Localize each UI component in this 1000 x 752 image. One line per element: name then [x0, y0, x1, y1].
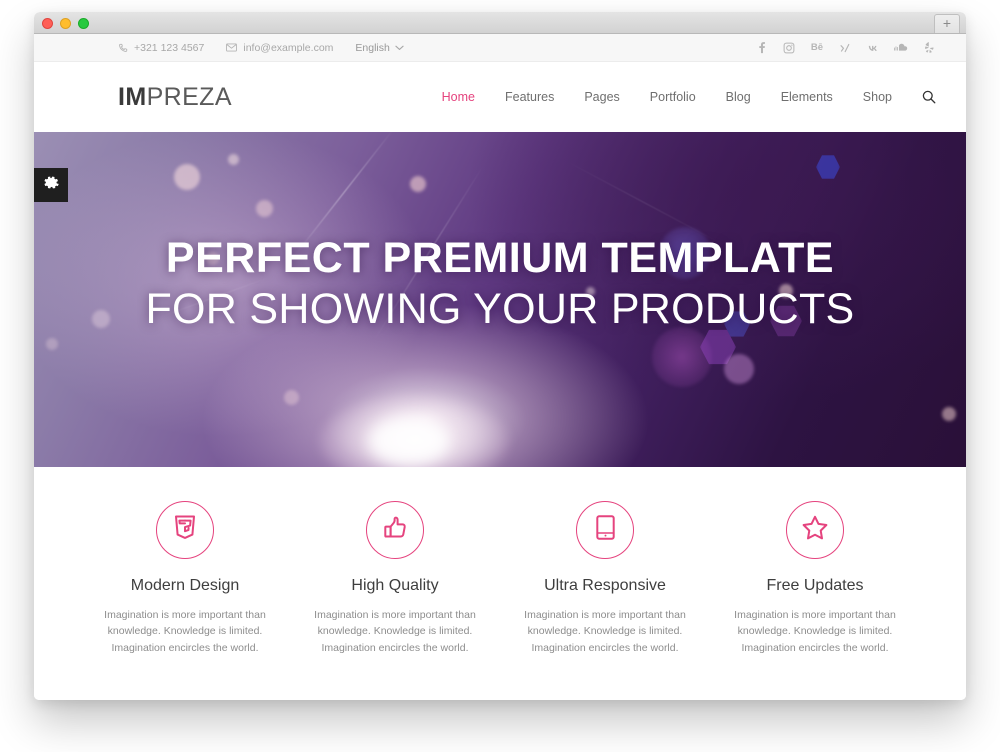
- nav-item-home[interactable]: Home: [442, 90, 475, 104]
- behance-icon[interactable]: Bē: [810, 41, 824, 55]
- feature-card-free-updates: Free Updates Imagination is more importa…: [710, 501, 920, 656]
- language-selector[interactable]: English: [355, 41, 404, 54]
- search-icon[interactable]: [922, 90, 936, 104]
- bokeh-particle: [174, 164, 200, 190]
- bokeh-particle: [228, 154, 239, 165]
- site-header: IMPREZA Home Features Pages Portfolio Bl…: [34, 62, 966, 132]
- feature-title: Ultra Responsive: [544, 577, 666, 594]
- feature-title: High Quality: [351, 577, 439, 594]
- feature-card-high-quality: High Quality Imagination is more importa…: [290, 501, 500, 656]
- feature-icon-circle[interactable]: [156, 501, 214, 559]
- feature-description: Imagination is more important than knowl…: [314, 609, 476, 654]
- tablet-device-icon: [595, 515, 615, 545]
- hero-headline-primary: PERFECT PREMIUM TEMPLATE: [165, 234, 835, 282]
- bokeh-particle: [256, 200, 273, 217]
- gear-icon: [43, 175, 59, 195]
- social-links: Bē: [754, 41, 936, 55]
- nav-item-pages[interactable]: Pages: [584, 90, 619, 104]
- email-contact[interactable]: info@example.com: [226, 42, 333, 54]
- soundcloud-icon[interactable]: [894, 41, 908, 55]
- feature-icon-circle[interactable]: [576, 501, 634, 559]
- envelope-icon: [226, 43, 238, 52]
- vk-icon[interactable]: [866, 41, 880, 55]
- new-tab-button[interactable]: +: [934, 14, 960, 33]
- feature-icon-circle[interactable]: [786, 501, 844, 559]
- bokeh-hexagon: [816, 155, 840, 179]
- chevron-down-icon: [395, 42, 404, 54]
- bokeh-particle: [942, 407, 956, 421]
- browser-titlebar: +: [34, 12, 966, 34]
- browser-window: + +321 123 4567 info@example.com English…: [34, 12, 966, 700]
- email-address: info@example.com: [243, 41, 334, 54]
- feature-icon-circle[interactable]: [366, 501, 424, 559]
- bokeh-particle: [724, 354, 754, 384]
- bokeh-particle: [410, 176, 426, 192]
- feature-card-ultra-responsive: Ultra Responsive Imagination is more imp…: [500, 501, 710, 656]
- feature-description: Imagination is more important than knowl…: [734, 609, 896, 654]
- theme-options-button[interactable]: [34, 168, 68, 202]
- light-streak: [564, 159, 724, 246]
- hero-headline-block: PERFECT PREMIUM TEMPLATE FOR SHOWING YOU…: [34, 234, 966, 334]
- phone-icon: [118, 43, 128, 53]
- site-logo[interactable]: IMPREZA: [118, 83, 232, 112]
- main-navigation: Home Features Pages Portfolio Blog Eleme…: [442, 90, 936, 104]
- xing-icon[interactable]: [838, 41, 852, 55]
- nav-item-features[interactable]: Features: [505, 90, 554, 104]
- window-close-button[interactable]: [42, 18, 53, 29]
- window-minimize-button[interactable]: [60, 18, 71, 29]
- logo-bold-part: IM: [118, 82, 147, 111]
- phone-number: +321 123 4567: [134, 41, 205, 54]
- star-outline-icon: [802, 515, 828, 545]
- window-traffic-lights: [42, 18, 89, 29]
- nav-item-shop[interactable]: Shop: [863, 90, 892, 104]
- html5-shield-icon: [174, 515, 196, 545]
- hero-headline-secondary: FOR SHOWING YOUR PRODUCTS: [145, 285, 855, 334]
- bokeh-particle: [284, 390, 299, 405]
- light-burst-core: [369, 417, 449, 465]
- feature-title: Free Updates: [766, 577, 864, 594]
- instagram-icon[interactable]: [782, 41, 796, 55]
- window-maximize-button[interactable]: [78, 18, 89, 29]
- thumbs-up-icon: [383, 516, 407, 545]
- features-section: Modern Design Imagination is more import…: [34, 467, 966, 656]
- language-label: English: [355, 41, 390, 54]
- phone-contact[interactable]: +321 123 4567: [118, 42, 204, 54]
- nav-item-portfolio[interactable]: Portfolio: [650, 90, 696, 104]
- page-viewport: +321 123 4567 info@example.com English B…: [34, 34, 966, 700]
- feature-title: Modern Design: [130, 577, 240, 594]
- facebook-icon[interactable]: [754, 41, 768, 55]
- hero-banner: PERFECT PREMIUM TEMPLATE FOR SHOWING YOU…: [34, 132, 966, 467]
- logo-light-part: PREZA: [146, 82, 232, 111]
- feature-card-modern-design: Modern Design Imagination is more import…: [80, 501, 290, 656]
- yelp-icon[interactable]: [922, 41, 936, 55]
- topbar-contact-group: +321 123 4567 info@example.com English: [118, 42, 404, 54]
- feature-description: Imagination is more important than knowl…: [104, 609, 266, 654]
- top-utility-bar: +321 123 4567 info@example.com English B…: [34, 34, 966, 62]
- bokeh-particle: [46, 338, 58, 350]
- feature-description: Imagination is more important than knowl…: [524, 609, 686, 654]
- nav-item-elements[interactable]: Elements: [781, 90, 833, 104]
- bokeh-particle: [652, 327, 712, 387]
- nav-item-blog[interactable]: Blog: [726, 90, 751, 104]
